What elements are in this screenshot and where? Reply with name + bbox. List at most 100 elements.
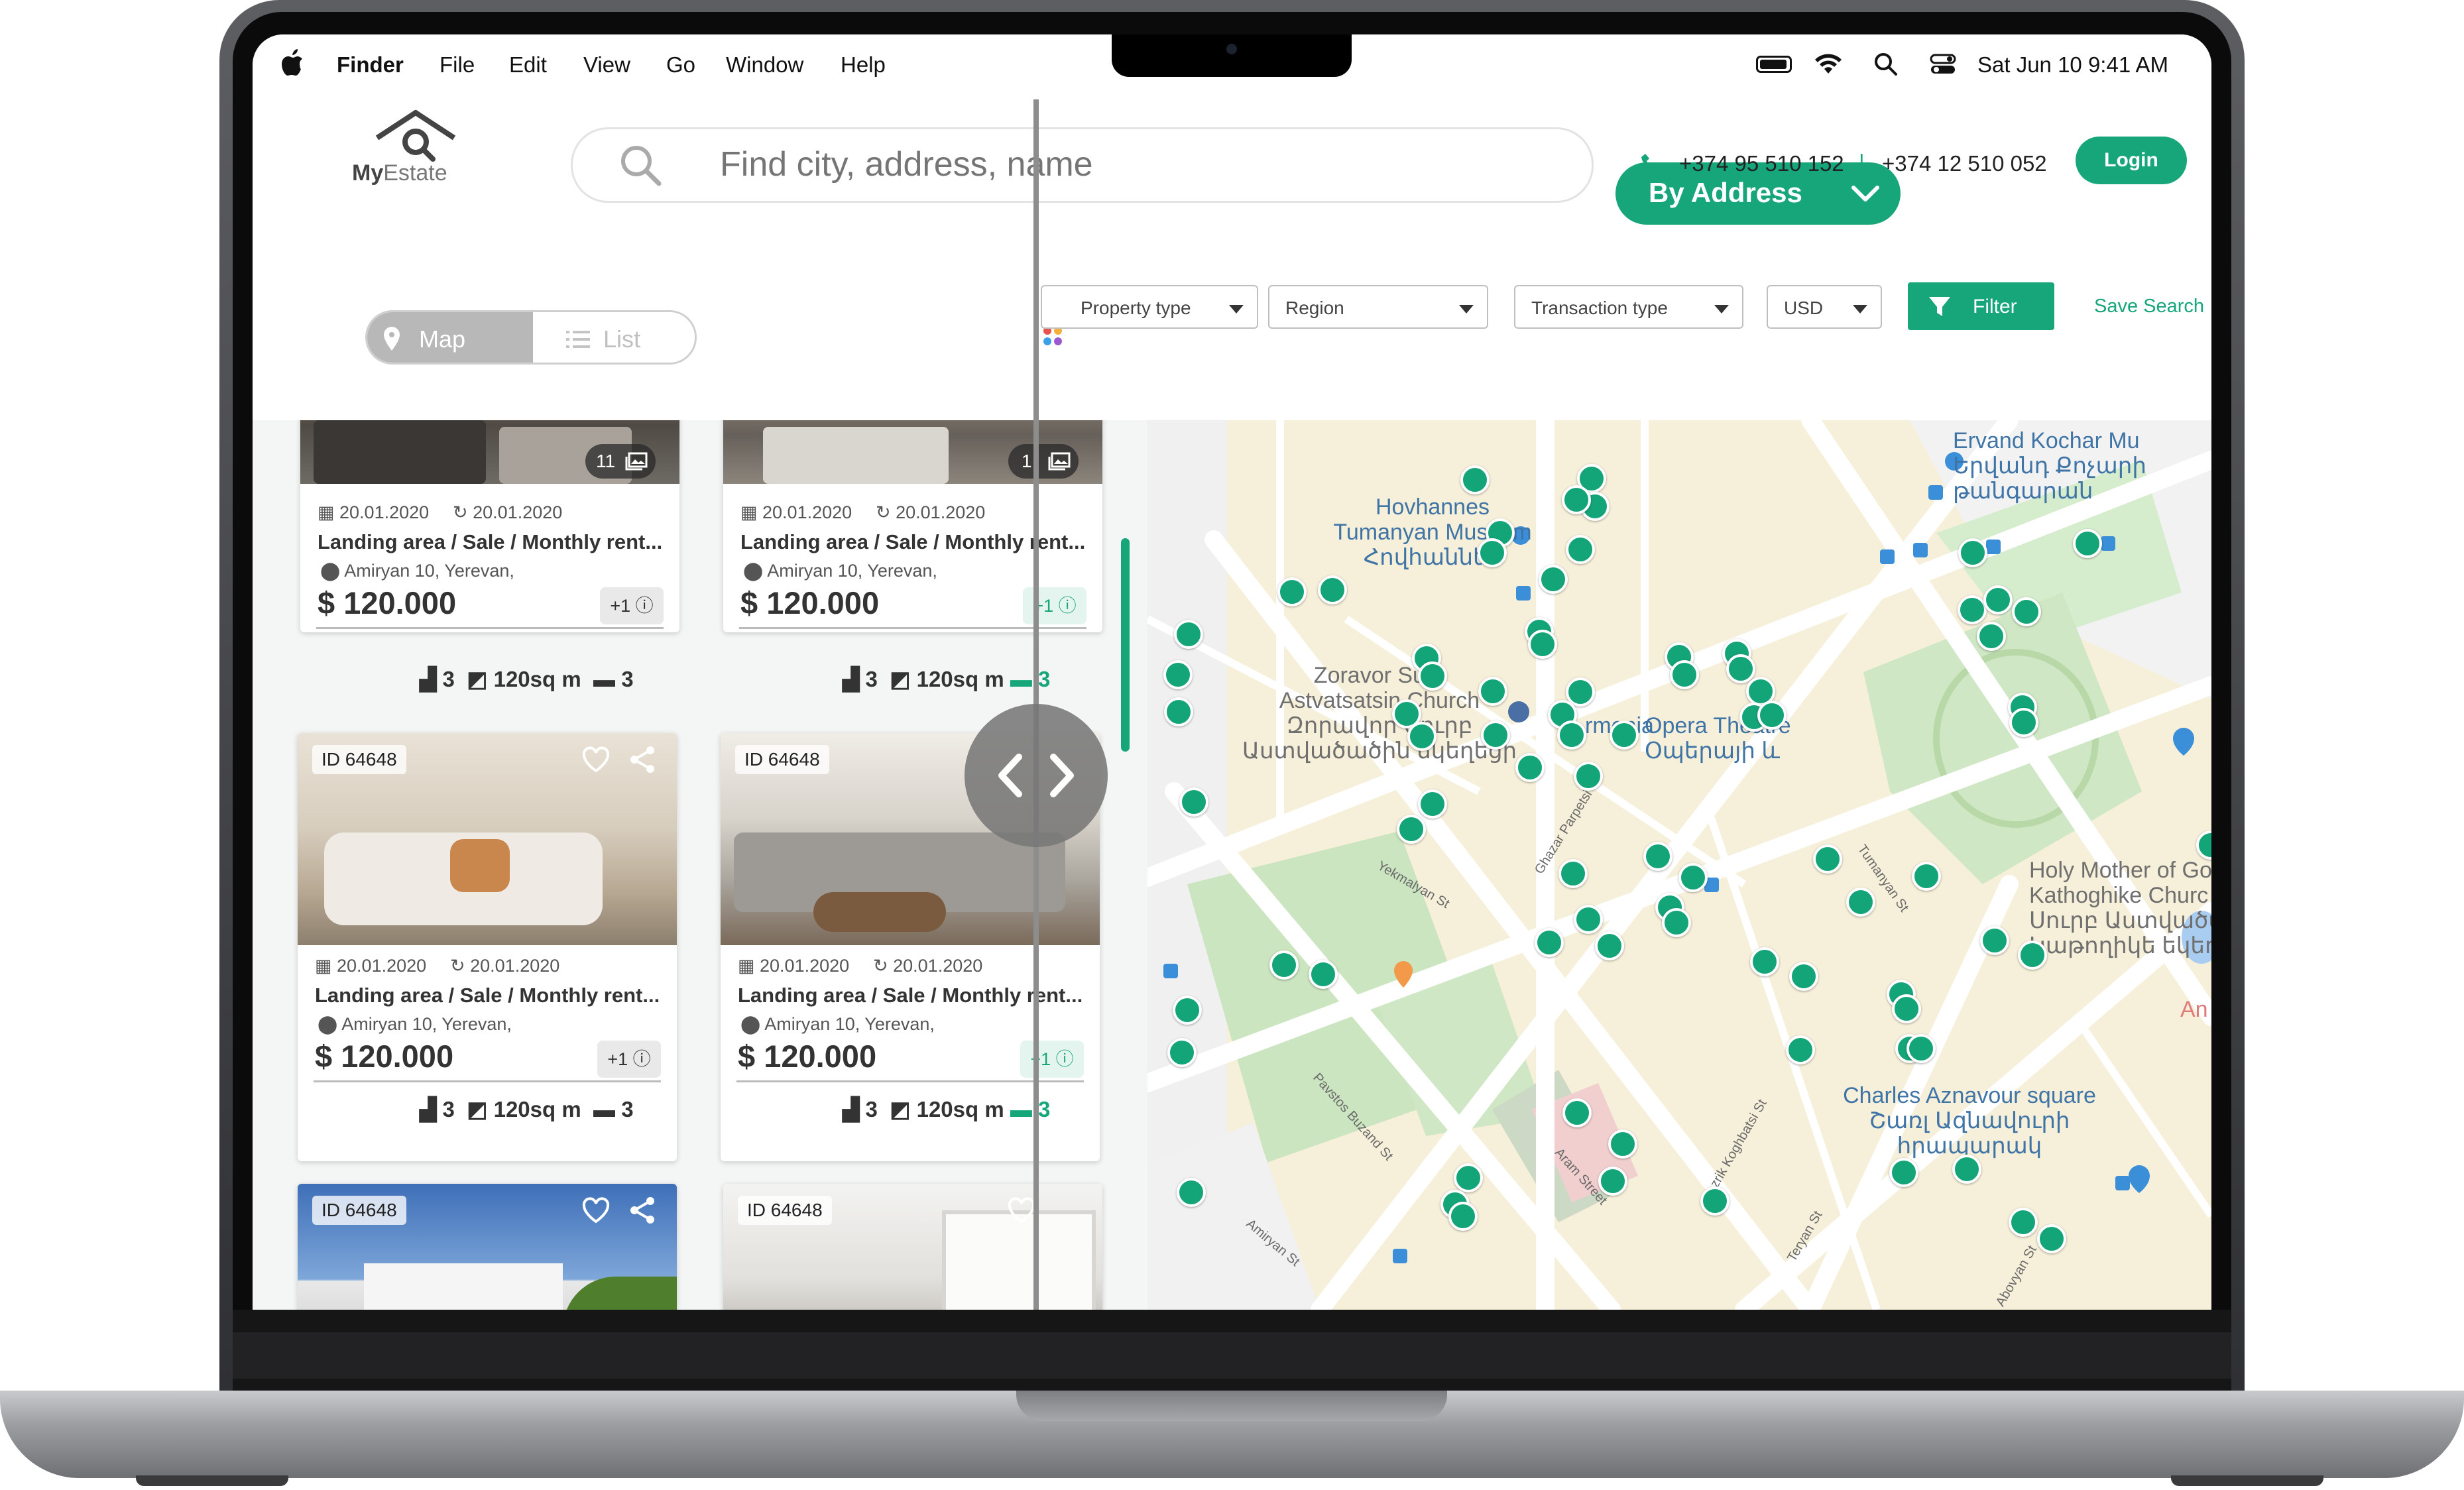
map-marker[interactable] xyxy=(1977,622,2006,651)
heart-icon[interactable] xyxy=(581,1197,611,1224)
phone-number-1[interactable]: +374 95 510 152 xyxy=(1679,151,1844,176)
split-handle[interactable] xyxy=(965,704,1108,847)
map-marker[interactable] xyxy=(1418,789,1447,819)
currency-dropdown[interactable]: USD xyxy=(1767,285,1882,329)
map-marker[interactable] xyxy=(1610,720,1639,750)
menu-app-name[interactable]: Finder xyxy=(337,52,404,78)
menu-help[interactable]: Help xyxy=(841,52,886,78)
map-marker[interactable] xyxy=(1889,1158,1918,1187)
menu-window[interactable]: Window xyxy=(726,52,803,78)
map-marker[interactable] xyxy=(1179,787,1208,817)
map-marker[interactable] xyxy=(1670,660,1699,689)
view-toggle-list[interactable]: List xyxy=(533,312,695,363)
map-marker[interactable] xyxy=(1700,1186,1730,1216)
save-search-link[interactable]: Save Search xyxy=(2094,296,2204,317)
battery-icon[interactable] xyxy=(1756,56,1792,73)
map-label-museum[interactable]: Hovhannes Tumanyan Museum Հովհաննես xyxy=(1313,494,1552,570)
map-marker[interactable] xyxy=(1892,994,1921,1023)
map-label-aznavour-square[interactable]: Charles Aznavour square Շառլ Ազնավուրի հ… xyxy=(1830,1083,2109,1159)
map-marker[interactable] xyxy=(1167,1038,1197,1067)
map-marker[interactable] xyxy=(2009,1208,2038,1237)
map-marker[interactable] xyxy=(1750,947,1779,976)
map-marker[interactable] xyxy=(1958,595,1987,624)
map-marker[interactable] xyxy=(1980,926,2009,955)
price-extra-badge[interactable]: +1 ⓘ xyxy=(1023,587,1086,624)
map-marker[interactable] xyxy=(1907,1034,1936,1063)
listing-title[interactable]: Landing area / Sale / Monthly rent... xyxy=(315,984,660,1007)
map-marker[interactable] xyxy=(1912,862,1941,891)
map-marker[interactable] xyxy=(1177,1178,1206,1207)
spotlight-search-icon[interactable] xyxy=(1873,52,1899,77)
map-marker[interactable] xyxy=(1566,535,1595,564)
map-marker[interactable] xyxy=(1595,931,1624,960)
map-marker[interactable] xyxy=(1460,465,1490,494)
map-marker[interactable] xyxy=(2009,708,2038,737)
map-marker[interactable] xyxy=(1562,485,1591,514)
map-marker[interactable] xyxy=(1557,720,1586,750)
map-marker[interactable] xyxy=(1454,1163,1483,1192)
map-marker[interactable] xyxy=(1983,585,2013,614)
listing-card[interactable]: ID 64648 xyxy=(298,1184,677,1310)
map-marker[interactable] xyxy=(1309,960,1338,989)
map-marker[interactable] xyxy=(2018,941,2047,970)
map-marker[interactable] xyxy=(1478,677,1507,706)
view-toggle-map[interactable]: Map xyxy=(367,312,533,363)
apple-icon[interactable] xyxy=(280,49,304,77)
heart-icon[interactable] xyxy=(581,746,611,773)
phone-number-2[interactable]: +374 12 510 052 xyxy=(1882,151,2047,176)
map-marker[interactable] xyxy=(1269,950,1299,980)
listing-card[interactable]: 11 ▦ 20.01.2020 ↻ 20.01.2020 Landing are… xyxy=(300,420,679,632)
wifi-icon[interactable] xyxy=(1814,52,1843,76)
menu-datetime[interactable]: Sat Jun 10 9:41 AM xyxy=(1977,52,2168,78)
map-marker[interactable] xyxy=(1481,720,1510,750)
map-marker[interactable] xyxy=(1407,722,1437,751)
map-marker[interactable] xyxy=(2037,1224,2066,1253)
search-icon[interactable] xyxy=(619,144,662,186)
control-center-icon[interactable] xyxy=(1930,53,1956,76)
menu-file[interactable]: File xyxy=(440,52,475,78)
price-extra-badge[interactable]: +1 ⓘ xyxy=(600,587,664,624)
share-icon[interactable] xyxy=(629,745,657,774)
map-marker[interactable] xyxy=(1562,1098,1592,1127)
logo[interactable]: MyEstate xyxy=(352,107,465,187)
map-marker[interactable] xyxy=(1535,928,1564,957)
search-input[interactable] xyxy=(719,143,1265,186)
price-extra-badge[interactable]: +1 ⓘ xyxy=(1020,1041,1084,1078)
map-marker[interactable] xyxy=(1164,697,1193,726)
map-marker[interactable] xyxy=(1539,565,1568,594)
region-dropdown[interactable]: Region xyxy=(1268,285,1488,329)
map-marker[interactable] xyxy=(1528,630,1557,659)
map-marker[interactable] xyxy=(1574,762,1603,791)
map-label-an[interactable]: An xyxy=(2180,997,2211,1022)
map-marker[interactable] xyxy=(1277,577,1307,606)
property-type-dropdown[interactable]: Property type xyxy=(1041,285,1258,329)
heart-icon[interactable] xyxy=(1007,1197,1036,1224)
filter-button[interactable]: Filter xyxy=(1908,282,2054,330)
map-marker[interactable] xyxy=(1952,1155,1981,1184)
map-marker[interactable] xyxy=(1448,1202,1478,1231)
share-icon[interactable] xyxy=(629,1196,657,1225)
map-marker[interactable] xyxy=(1598,1167,1627,1196)
map-marker[interactable] xyxy=(1418,661,1447,691)
price-extra-badge[interactable]: +1 ⓘ xyxy=(597,1041,661,1078)
map-marker[interactable] xyxy=(2012,597,2041,626)
map-marker[interactable] xyxy=(1478,538,1507,567)
transaction-type-dropdown[interactable]: Transaction type xyxy=(1514,285,1743,329)
map-marker[interactable] xyxy=(1813,844,1842,874)
menu-view[interactable]: View xyxy=(583,52,630,78)
menu-edit[interactable]: Edit xyxy=(509,52,547,78)
map-marker[interactable] xyxy=(1958,538,1987,567)
photo-count-badge[interactable]: 1 xyxy=(1008,444,1079,479)
map-label-kochar-museum[interactable]: Ervand Kochar Mu Երվանդ Քոչարի թանգարան xyxy=(1953,428,2211,504)
map-marker[interactable] xyxy=(1515,753,1545,782)
menu-go[interactable]: Go xyxy=(666,52,695,78)
map-view[interactable]: Hovhannes Tumanyan Museum Հովհաննես Zora… xyxy=(1147,420,2211,1310)
map-marker[interactable] xyxy=(1643,842,1672,871)
listing-title[interactable]: Landing area / Sale / Monthly rent... xyxy=(738,984,1083,1007)
login-button[interactable]: Login xyxy=(2076,137,2187,184)
map-marker[interactable] xyxy=(1163,660,1193,689)
map-marker[interactable] xyxy=(1173,996,1202,1025)
map-marker[interactable] xyxy=(1846,888,1875,917)
map-marker[interactable] xyxy=(1726,654,1755,683)
map-label-church[interactable]: Zoravor Surp Astvatsatsin Church Զորավոր… xyxy=(1240,663,1519,764)
